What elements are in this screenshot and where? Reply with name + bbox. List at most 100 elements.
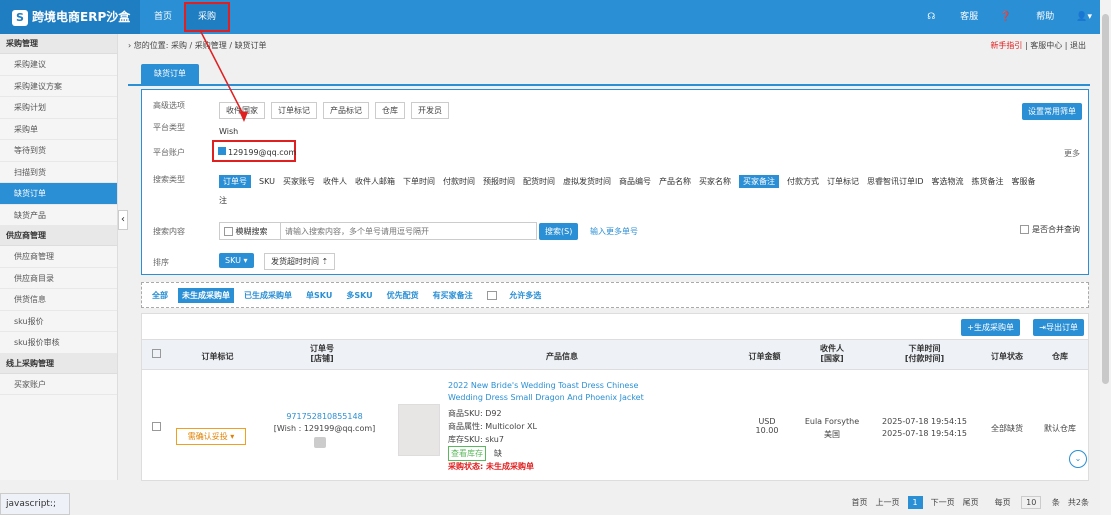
sidebar-item[interactable]: 供应商目录 <box>0 268 117 289</box>
per-page-select[interactable]: 每页 10 条 <box>987 495 1060 509</box>
search-type-option[interactable]: 预报时间 <box>483 177 515 186</box>
status-tab[interactable]: 全部 <box>148 288 172 303</box>
sidebar-item[interactable]: 扫描到货 <box>0 162 117 183</box>
search-type-option[interactable]: 下单时间 <box>403 177 435 186</box>
generate-po-button[interactable]: +生成采购单 <box>961 319 1020 336</box>
status-tab[interactable]: 单SKU <box>302 288 336 303</box>
service-center-link[interactable]: 客服中心 <box>1030 41 1062 50</box>
search-type-option[interactable]: 买家备注 <box>738 175 779 188</box>
search-type-option[interactable]: 产品名称 <box>659 177 691 186</box>
current-page[interactable]: 1 <box>907 495 923 509</box>
status-tab[interactable]: 多SKU <box>342 288 376 303</box>
more-dropdown[interactable]: 更多 <box>1064 148 1080 159</box>
allow-multi-checkbox[interactable]: 允许多选 <box>483 288 556 303</box>
sidebar-group[interactable]: 采购管理 <box>0 34 117 54</box>
export-button[interactable]: ⇥导出订单 <box>1033 319 1084 336</box>
crumb-2[interactable]: 采购管理 <box>195 41 227 50</box>
search-type-option[interactable]: 买家名称 <box>699 177 731 186</box>
prev-page[interactable]: 上一页 <box>876 497 900 508</box>
product-image[interactable] <box>398 404 440 456</box>
set-common-filter-button[interactable]: 设置常用筛单 <box>1022 103 1082 120</box>
sidebar-item[interactable]: sku报价 <box>0 311 117 332</box>
first-page[interactable]: 首页 <box>852 497 868 508</box>
nav-home[interactable]: 首页 <box>142 0 184 34</box>
search-type-option[interactable]: 客选物流 <box>932 177 964 186</box>
user-menu-icon[interactable]: 👤▾ <box>1076 0 1092 34</box>
advanced-dropdown[interactable]: 仓库 <box>375 102 405 119</box>
view-stock-button[interactable]: 查看库存 <box>448 446 486 461</box>
order-mark-dropdown[interactable]: 需确认妥投 ▾ <box>176 428 246 445</box>
copy-icon[interactable] <box>314 437 326 448</box>
sidebar-group[interactable]: 线上采购管理 <box>0 353 117 374</box>
merge-query-checkbox[interactable]: 是否合并查询 <box>1020 224 1080 235</box>
logo-icon: S <box>12 9 28 26</box>
sidebar-group[interactable]: 供应商管理 <box>0 226 117 246</box>
last-page[interactable]: 尾页 <box>963 497 979 508</box>
sidebar-item[interactable]: sku报价审核 <box>0 332 117 354</box>
scroll-thumb[interactable] <box>1102 14 1109 384</box>
scroll-down-icon[interactable]: ⌄ <box>1069 450 1087 468</box>
search-type-option[interactable]: 配货时间 <box>523 177 555 186</box>
header-order: 订单号 [店铺] <box>310 344 334 363</box>
header-product: 产品信息 <box>546 352 578 361</box>
search-type-option[interactable]: 付款方式 <box>787 177 819 186</box>
crumb-1[interactable]: 采购 <box>171 41 187 50</box>
select-all-checkbox[interactable] <box>152 349 161 358</box>
search-input[interactable] <box>280 223 536 239</box>
advanced-dropdown[interactable]: 订单标记 <box>271 102 317 119</box>
status-tab[interactable]: 未生成采购单 <box>178 287 234 303</box>
sort-sku-button[interactable]: SKU ▾ <box>219 253 254 268</box>
sidebar-item[interactable]: 缺货订单 <box>0 183 117 205</box>
search-type-label: 搜索类型 <box>153 175 185 184</box>
sidebar-item[interactable]: 缺货产品 <box>0 205 117 226</box>
sidebar-item[interactable]: 买家账户 <box>0 374 117 395</box>
platform-account-label: 平台账户 <box>153 148 185 157</box>
sidebar-item[interactable]: 供应商管理 <box>0 246 117 268</box>
product-title-link[interactable]: 2022 New Bride's Wedding Toast Dress Chi… <box>448 380 648 404</box>
search-type-option[interactable]: 买家账号 <box>283 177 315 186</box>
sidebar-item[interactable]: 采购建议 <box>0 54 117 76</box>
nav-purchase[interactable]: 采购 <box>184 2 231 32</box>
sidebar-item[interactable]: 采购建议方案 <box>0 76 117 97</box>
vertical-scrollbar[interactable] <box>1100 0 1111 515</box>
search-type-option[interactable]: 拣货备注 <box>972 177 1004 186</box>
logout-link[interactable]: 退出 <box>1070 41 1086 50</box>
fuzzy-search-toggle[interactable]: 模糊搜索 <box>224 226 268 237</box>
more-orders-link[interactable]: 输入更多单号 <box>590 226 638 237</box>
row-checkbox[interactable] <box>152 422 161 431</box>
sidebar-item[interactable]: 采购单 <box>0 119 117 140</box>
sidebar-collapse-button[interactable]: ‹ <box>118 210 128 230</box>
app-logo[interactable]: S 跨境电商ERP沙盒 <box>0 0 140 34</box>
search-type-option[interactable]: 收件人 <box>323 177 347 186</box>
sidebar-item[interactable]: 供货信息 <box>0 289 117 311</box>
advanced-dropdown[interactable]: 开发员 <box>411 102 449 119</box>
advanced-dropdown[interactable]: 产品标记 <box>323 102 369 119</box>
search-type-option[interactable]: 付款时间 <box>443 177 475 186</box>
platform-account-option[interactable]: 129199@qq.com <box>218 147 296 157</box>
advanced-dropdown[interactable]: 收件国家 <box>219 102 265 119</box>
search-type-option[interactable]: 收件人邮箱 <box>355 177 395 186</box>
sort-timeout-button[interactable]: 发货超时时间 ⇡ <box>264 253 336 270</box>
search-button[interactable]: 搜索(S) <box>539 223 579 240</box>
search-type-option[interactable]: 订单标记 <box>827 177 859 186</box>
sidebar-item[interactable]: 采购计划 <box>0 97 117 119</box>
search-type-option[interactable]: 商品编号 <box>619 177 651 186</box>
status-tab[interactable]: 有买家备注 <box>429 288 477 303</box>
table-row[interactable]: 需确认妥投 ▾ 971752810855148 [Wish : 129199@q… <box>142 370 1088 482</box>
status-tab[interactable]: 优先配货 <box>383 288 423 303</box>
tab-lack-orders[interactable]: 缺货订单 <box>141 64 199 84</box>
platform-type-value[interactable]: Wish <box>219 127 238 136</box>
search-type-option[interactable]: SKU <box>259 177 275 186</box>
search-type-option[interactable]: 思睿智讯订单ID <box>867 177 924 186</box>
support-link[interactable]: ☊ 客服 <box>927 0 978 34</box>
guide-link[interactable]: 新手指引 <box>990 41 1022 50</box>
search-type-option[interactable]: 虚拟发货时间 <box>563 177 611 186</box>
next-page[interactable]: 下一页 <box>931 497 955 508</box>
filter-panel: 高级选项 收件国家 订单标记 产品标记 仓库 开发员 设置常用筛单 平台类型 Wish … <box>141 89 1089 275</box>
search-type-option[interactable]: 订单号 <box>219 175 251 188</box>
checked-icon <box>218 147 226 155</box>
help-link[interactable]: ❓ 帮助 <box>1000 0 1054 34</box>
order-number-link[interactable]: 971752810855148 <box>262 412 387 421</box>
sidebar-item[interactable]: 等待到货 <box>0 140 117 162</box>
status-tab[interactable]: 已生成采购单 <box>240 288 296 303</box>
